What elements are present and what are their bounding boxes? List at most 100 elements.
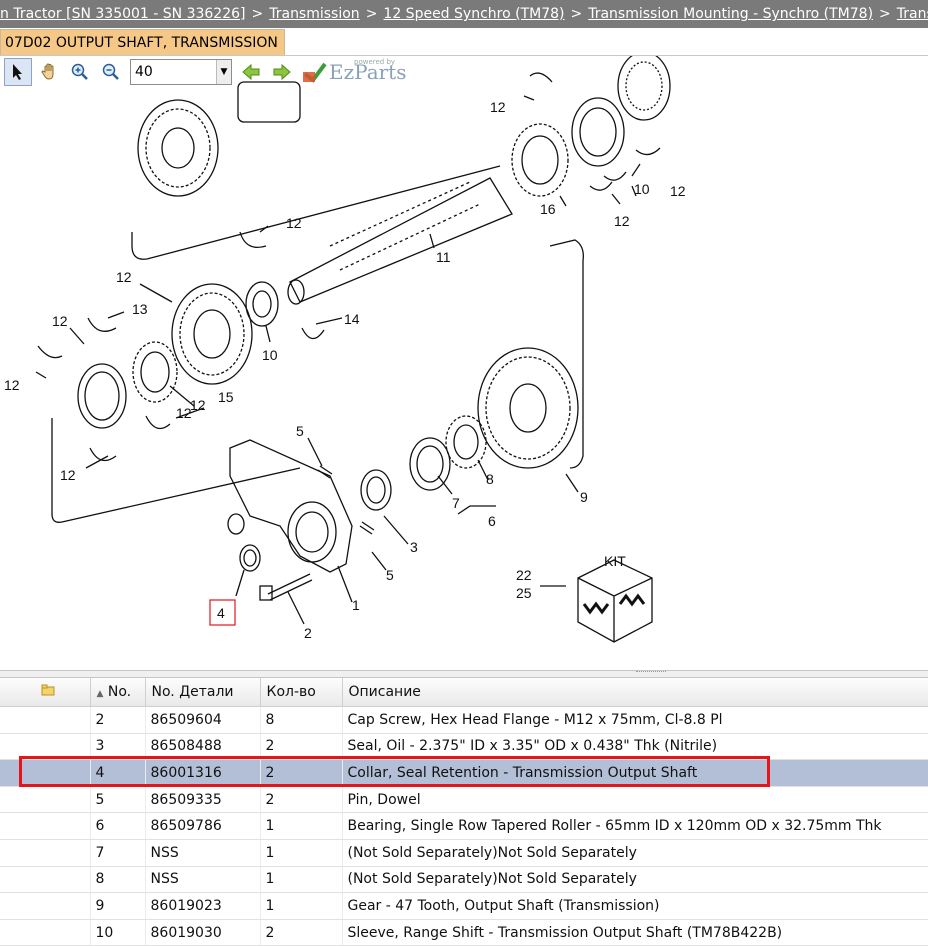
exploded-diagram[interactable]: 12 10 12 12 1 6 12 11 12 13 12 10 14 12 1… (0, 56, 928, 670)
callout-10: 10 (634, 181, 650, 197)
callout-12: 12 (614, 213, 630, 229)
arrow-pointer-icon (13, 64, 22, 80)
column-header-icon[interactable] (0, 678, 91, 707)
callout-3: 3 (410, 539, 418, 555)
row-quantity: 1 (260, 866, 343, 894)
hand-icon (41, 63, 54, 80)
zoom-in-icon (71, 63, 88, 80)
ezparts-logo: powered by EzParts (301, 58, 406, 84)
table-row[interactable]: 9 86019023 1 Gear - 47 Tooth, Output Shaft … (0, 892, 928, 920)
row-description: (Not Sold Separately)Not Sold Separately (342, 839, 928, 867)
table-row[interactable]: 7 NSS 1 (Not Sold Separately)Not Sold Separ… (0, 839, 928, 867)
row-part-number: NSS (145, 839, 261, 867)
logo-powered-text: powered by (354, 58, 396, 66)
folder-icon (41, 684, 55, 696)
row-icon-cell (0, 919, 91, 946)
row-icon-cell (0, 706, 91, 734)
row-quantity: 8 (260, 706, 343, 734)
row-no: 6 (90, 812, 146, 840)
tab-output-shaft[interactable]: 07D02 OUTPUT SHAFT, TRANSMISSION (0, 29, 285, 56)
callout-12: 14 (344, 311, 360, 327)
callout-12: 12 (60, 467, 76, 483)
parts-table: ▲ No. No. Детали Кол-во Описание 2 865096… (0, 678, 928, 946)
pan-tool-button[interactable] (35, 58, 63, 86)
callout-5: 5 (296, 423, 304, 439)
diagram-canvas: 12 10 12 12 1 6 12 11 12 13 12 10 14 12 1… (4, 56, 686, 643)
table-row[interactable]: 8 NSS 1 (Not Sold Separately)Not Sold Separ… (0, 866, 928, 894)
row-quantity: 2 (260, 919, 343, 946)
row-icon-cell (0, 786, 91, 814)
zoom-select[interactable]: 40 ▼ (130, 59, 232, 85)
kit-label: KIT (604, 553, 626, 569)
column-header-no[interactable]: ▲ No. (90, 678, 146, 707)
row-icon-cell (0, 812, 91, 840)
zoom-out-icon (102, 63, 119, 80)
breadcrumb: n Tractor [SN 335001 - SN 336226] > Transm… (0, 0, 928, 28)
row-no: 5 (90, 786, 146, 814)
callout-9: 9 (580, 489, 588, 505)
select-tool-button[interactable] (4, 58, 32, 86)
callout-8: 8 (486, 471, 494, 487)
chevron-down-icon[interactable]: ▼ (216, 60, 231, 84)
row-description: (Not Sold Separately)Not Sold Separately (342, 866, 928, 894)
column-header-no-label: No. (107, 684, 132, 700)
callout-15: 15 (218, 389, 234, 405)
callout-11: 11 (436, 249, 451, 265)
back-button[interactable] (237, 58, 265, 86)
row-no: 9 (90, 892, 146, 920)
sort-up-icon: ▲ (96, 689, 104, 699)
callout-25: 25 (516, 585, 532, 601)
row-icon-cell (0, 839, 91, 867)
breadcrumb-link-tractor[interactable]: n Tractor [SN 335001 - SN 336226] (0, 6, 246, 22)
row-part-number: 86019030 (145, 919, 261, 946)
ezparts-logo-icon (303, 62, 327, 83)
row-no: 7 (90, 839, 146, 867)
zoom-out-button[interactable] (97, 58, 125, 86)
callout-12: 12 (4, 377, 20, 393)
row-no: 8 (90, 866, 146, 894)
callout-12: 13 (132, 301, 148, 317)
callout-5: 5 (386, 567, 394, 583)
arrow-left-icon (242, 63, 260, 81)
row-part-number: 86509335 (145, 786, 261, 814)
zoom-in-button[interactable] (66, 58, 94, 86)
selection-highlight-box (19, 756, 770, 787)
breadcrumb-separator: > (570, 6, 583, 22)
row-icon-cell (0, 892, 91, 920)
table-row[interactable]: 10 86019030 2 Sleeve, Range Shift - Transmi… (0, 919, 928, 946)
callout-10: 12 (52, 313, 68, 329)
row-part-number: 86019023 (145, 892, 261, 920)
zoom-value: 40 (135, 64, 153, 80)
breadcrumb-link-synchro[interactable]: 12 Speed Synchro (TM78) (383, 6, 564, 22)
forward-button[interactable] (268, 58, 296, 86)
column-header-desc[interactable]: Описание (342, 678, 928, 707)
row-quantity: 1 (260, 839, 343, 867)
column-header-part[interactable]: No. Детали (145, 678, 261, 707)
callout-7: 7 (452, 495, 460, 511)
row-no: 10 (90, 919, 146, 946)
splitter-grip (636, 671, 666, 675)
callout-14: 10 (262, 347, 278, 363)
table-header-row: ▲ No. No. Детали Кол-во Описание (0, 678, 928, 707)
breadcrumb-separator: > (365, 6, 378, 22)
callout-13: 12 (116, 269, 132, 285)
table-row[interactable]: 5 86509335 2 Pin, Dowel (0, 786, 928, 814)
callout-12: 12 (670, 183, 686, 199)
callout-4: 4 (217, 605, 225, 621)
callout-1: 1 (352, 597, 360, 613)
callout-12: 12 (286, 215, 302, 231)
callout-12: 12 (190, 397, 206, 413)
column-header-qty[interactable]: Кол-во (260, 678, 343, 707)
breadcrumb-link-mounting[interactable]: Transmission Mounting - Synchro (TM78) (588, 6, 873, 22)
row-quantity: 2 (260, 786, 343, 814)
breadcrumb-link-transmi[interactable]: Transmi (897, 6, 928, 22)
callout-6: 6 (488, 513, 496, 529)
table-row[interactable]: 2 86509604 8 Cap Screw, Hex Head Flange - M… (0, 706, 928, 734)
row-icon-cell (0, 866, 91, 894)
callout-2: 2 (304, 625, 312, 641)
pane-splitter[interactable] (0, 670, 928, 678)
callout-12: 12 (490, 99, 506, 115)
breadcrumb-link-transmission[interactable]: Transmission (269, 6, 359, 22)
diagram-toolbar: 40 ▼ powered by EzParts (4, 56, 416, 88)
table-row[interactable]: 6 86509786 1 Bearing, Single Row Tapered Ro… (0, 812, 928, 840)
